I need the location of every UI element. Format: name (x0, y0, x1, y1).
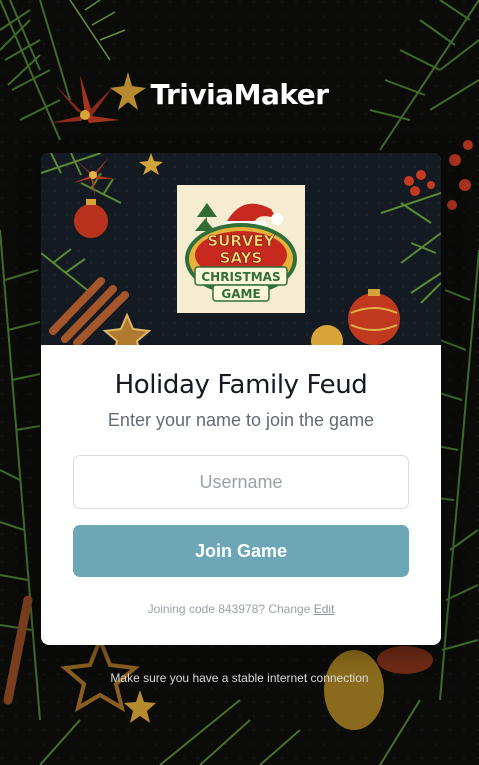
joining-code-note: Joining code 843978? Change Edit (41, 602, 441, 616)
logo-line-2: SAYS (220, 249, 263, 267)
join-instruction: Enter your name to join the game (107, 410, 375, 430)
edit-code-link[interactable]: Edit (314, 602, 335, 616)
logo-line-3: CHRISTMAS (201, 270, 280, 284)
game-title: Holiday Family Feud (114, 370, 368, 400)
survey-says-logo: SURVEY SAYS CHRISTMAS GAME (177, 185, 305, 313)
joining-code-text: Joining code 843978? Change (147, 602, 311, 616)
logo-line-4: GAME (221, 287, 260, 301)
join-game-button[interactable]: Join Game (73, 525, 409, 577)
connection-notice: Make sure you have a stable internet con… (110, 671, 369, 685)
logo-line-1: SURVEY (207, 232, 275, 250)
username-input[interactable] (73, 455, 409, 509)
game-banner: SURVEY SAYS CHRISTMAS GAME (41, 153, 441, 345)
join-card: SURVEY SAYS CHRISTMAS GAME Holiday Famil… (41, 153, 441, 645)
brand-title: TriviaMaker (150, 78, 329, 111)
